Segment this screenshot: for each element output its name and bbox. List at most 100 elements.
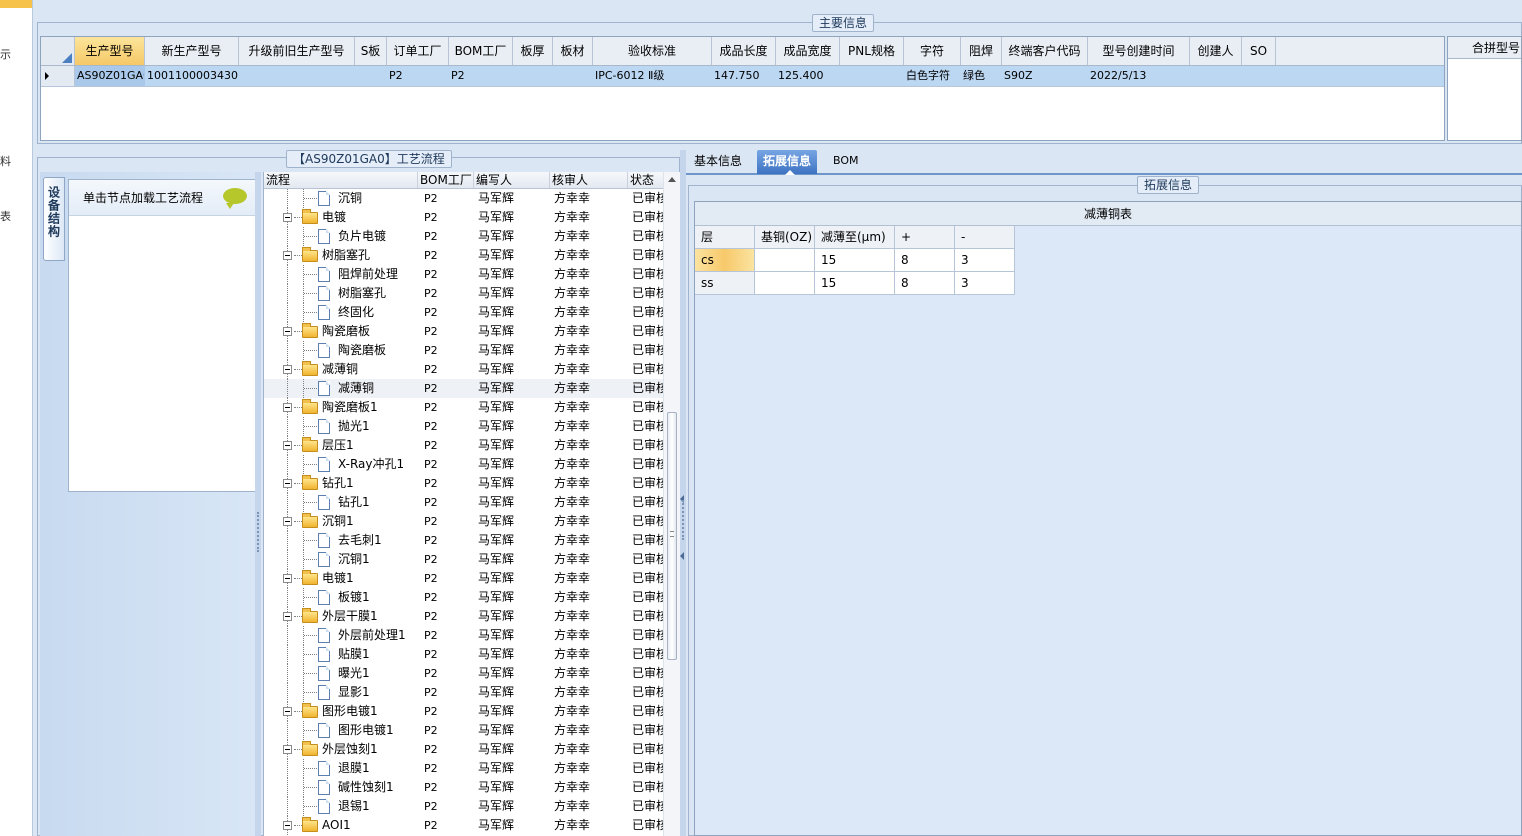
tree-node-cell[interactable]: 层压1	[264, 436, 418, 455]
grid-col-header[interactable]: 订单工厂	[387, 37, 449, 65]
grid-col-header[interactable]: 升级前旧生产型号	[239, 37, 355, 65]
collapse-icon[interactable]	[283, 707, 292, 716]
grid-cell[interactable]: P2	[449, 66, 513, 86]
tree-scrollbar[interactable]	[663, 172, 680, 836]
nav-splitter[interactable]	[255, 172, 261, 836]
model-grid-row[interactable]: AS90Z01GA0 10011000034307 P2 P2 IPC-6012 Ⅱ级 1…	[41, 66, 1444, 87]
left-nav-fragment[interactable]: 料	[0, 153, 11, 169]
tree-node-cell[interactable]: 沉铜	[264, 189, 418, 208]
tree-folder-row[interactable]: 电镀 P2 马军辉 方幸幸 已审核	[264, 208, 664, 227]
tree-node-cell[interactable]: 阻焊前处理	[264, 265, 418, 284]
grid-col-header[interactable]: BOM工厂	[449, 37, 513, 65]
grid-col-header[interactable]: 板材	[553, 37, 593, 65]
tree-step-row[interactable]: 钻孔1 P2 马军辉 方幸幸 已审核	[264, 493, 664, 512]
tree-node-cell[interactable]: 贴膜1	[264, 645, 418, 664]
tree-step-row[interactable]: 终固化 P2 马军辉 方幸幸 已审核	[264, 303, 664, 322]
grid-cell[interactable]: AS90Z01GA0	[75, 66, 145, 86]
tree-node-cell[interactable]: 去毛刺1	[264, 531, 418, 550]
thin-copper-cell[interactable]: 8	[895, 249, 955, 272]
tree-node-cell[interactable]: 碱性蚀刻1	[264, 778, 418, 797]
tree-folder-row[interactable]: 钻孔1 P2 马军辉 方幸幸 已审核	[264, 474, 664, 493]
grid-cell[interactable]	[239, 66, 355, 86]
tree-node-cell[interactable]: 图形电镀1	[264, 721, 418, 740]
thin-copper-cell[interactable]: 3	[955, 249, 1015, 272]
grid-cell[interactable]: 147.750	[712, 66, 776, 86]
grid-col-header[interactable]: 成品长度	[712, 37, 776, 65]
grid-cell[interactable]	[355, 66, 387, 86]
tree-node-cell[interactable]: 沉铜1	[264, 550, 418, 569]
tree-node-cell[interactable]: AOI1	[264, 816, 418, 835]
tab-bom[interactable]: BOM	[827, 150, 865, 174]
grid-col-header[interactable]: 字符	[904, 37, 961, 65]
tree-folder-row[interactable]: 树脂塞孔 P2 马军辉 方幸幸 已审核	[264, 246, 664, 265]
tree-step-row[interactable]: 外层前处理1 P2 马军辉 方幸幸 已审核	[264, 626, 664, 645]
tree-node-cell[interactable]: 陶瓷磨板	[264, 341, 418, 360]
collapse-icon[interactable]	[283, 745, 292, 754]
tree-node-cell[interactable]: X-Ray冲孔1	[264, 455, 418, 474]
load-flow-header[interactable]: 单击节点加载工艺流程	[69, 180, 255, 216]
grid-col-header[interactable]: S板	[355, 37, 387, 65]
grid-col-header[interactable]: 生产型号	[75, 37, 145, 65]
tree-step-row[interactable]: X-Ray冲孔1 P2 马军辉 方幸幸 已审核	[264, 455, 664, 474]
tree-node-cell[interactable]: 钻孔1	[264, 493, 418, 512]
grid-col-header[interactable]: 验收标准	[593, 37, 712, 65]
grid-col-header[interactable]: 终端客户代码	[1002, 37, 1088, 65]
tree-node-cell[interactable]: 电镀1	[264, 569, 418, 588]
thin-copper-grid[interactable]: 层基铜(OZ) 减薄至(μm) + - cs 15 8 3 ss 15 8 3	[695, 226, 1015, 295]
grid-cell[interactable]: 2022/5/13	[1088, 66, 1190, 86]
tree-node-cell[interactable]: 减薄铜	[264, 379, 418, 398]
thin-copper-row[interactable]: cs 15 8 3	[695, 249, 1015, 272]
thin-copper-layer-cell[interactable]: ss	[695, 272, 755, 295]
thin-copper-col-header[interactable]: +	[895, 226, 955, 249]
tree-folder-row[interactable]: 图形电镀1 P2 马军辉 方幸幸 已审核	[264, 702, 664, 721]
left-nav-fragment[interactable]: 表	[0, 208, 11, 224]
tree-step-row[interactable]: 沉铜 P2 马军辉 方幸幸 已审核	[264, 189, 664, 208]
tree-folder-row[interactable]: 陶瓷磨板1 P2 马军辉 方幸幸 已审核	[264, 398, 664, 417]
tree-node-cell[interactable]: 树脂塞孔	[264, 284, 418, 303]
tree-node-cell[interactable]: 图形电镀1	[264, 702, 418, 721]
load-flow-box[interactable]: 单击节点加载工艺流程	[68, 179, 256, 492]
tree-node-cell[interactable]: 外层干膜1	[264, 607, 418, 626]
thin-copper-layer-cell[interactable]: cs	[695, 249, 755, 272]
tree-step-row[interactable]: 陶瓷磨板 P2 马军辉 方幸幸 已审核	[264, 341, 664, 360]
tree-step-row[interactable]: 去毛刺1 P2 马军辉 方幸幸 已审核	[264, 531, 664, 550]
tree-node-cell[interactable]: 退膜1	[264, 759, 418, 778]
tree-node-cell[interactable]: 减薄铜	[264, 360, 418, 379]
scroll-thumb[interactable]	[667, 412, 677, 660]
grid-col-header[interactable]: SO	[1242, 37, 1276, 65]
thin-copper-col-header[interactable]: 层	[695, 226, 755, 249]
grid-cell[interactable]	[1242, 66, 1276, 86]
tree-node-cell[interactable]: 显影1	[264, 683, 418, 702]
tree-step-row[interactable]: 显影1 P2 马军辉 方幸幸 已审核	[264, 683, 664, 702]
tree-folder-row[interactable]: 层压1 P2 马军辉 方幸幸 已审核	[264, 436, 664, 455]
tree-folder-row[interactable]: 沉铜1 P2 马军辉 方幸幸 已审核	[264, 512, 664, 531]
grid-cell[interactable]: 10011000034307	[145, 66, 239, 86]
grid-cell[interactable]	[553, 66, 593, 86]
tree-folder-row[interactable]: 电镀1 P2 马军辉 方幸幸 已审核	[264, 569, 664, 588]
grid-cell[interactable]: 125.400	[776, 66, 840, 86]
tree-step-row[interactable]: 退膜1 P2 马军辉 方幸幸 已审核	[264, 759, 664, 778]
process-tree[interactable]: 流程 BOM工厂 编写人 核审人 状态 沉铜P2马军辉方幸幸已审核电镀P2马军辉…	[263, 172, 680, 836]
tree-col-flow[interactable]: 流程	[264, 172, 418, 188]
tree-node-cell[interactable]: 负片电镀	[264, 227, 418, 246]
grid-col-header[interactable]: 新生产型号	[145, 37, 239, 65]
tree-node-cell[interactable]: 沉铜1	[264, 512, 418, 531]
tree-node-cell[interactable]: 抛光1	[264, 417, 418, 436]
collapse-icon[interactable]	[283, 479, 292, 488]
tree-node-cell[interactable]: 终固化	[264, 303, 418, 322]
collapse-icon[interactable]	[283, 365, 292, 374]
tree-col-writer[interactable]: 编写人	[474, 172, 550, 188]
grid-cell[interactable]: 白色字符	[904, 66, 961, 86]
collapse-left-icon[interactable]	[680, 552, 684, 560]
tree-node-cell[interactable]: 钻孔1	[264, 474, 418, 493]
grid-cell[interactable]: IPC-6012 Ⅱ级	[593, 66, 712, 86]
tree-step-row[interactable]: 碱性蚀刻1 P2 马军辉 方幸幸 已审核	[264, 778, 664, 797]
tree-node-cell[interactable]: 退锡1	[264, 797, 418, 816]
thin-copper-cell[interactable]	[755, 249, 815, 272]
thin-copper-col-header[interactable]: -	[955, 226, 1015, 249]
row-indicator-icon[interactable]	[41, 66, 75, 86]
grid-cell[interactable]	[513, 66, 553, 86]
scroll-up-icon[interactable]	[668, 177, 676, 182]
collapse-icon[interactable]	[283, 574, 292, 583]
tree-node-cell[interactable]: 树脂塞孔	[264, 246, 418, 265]
